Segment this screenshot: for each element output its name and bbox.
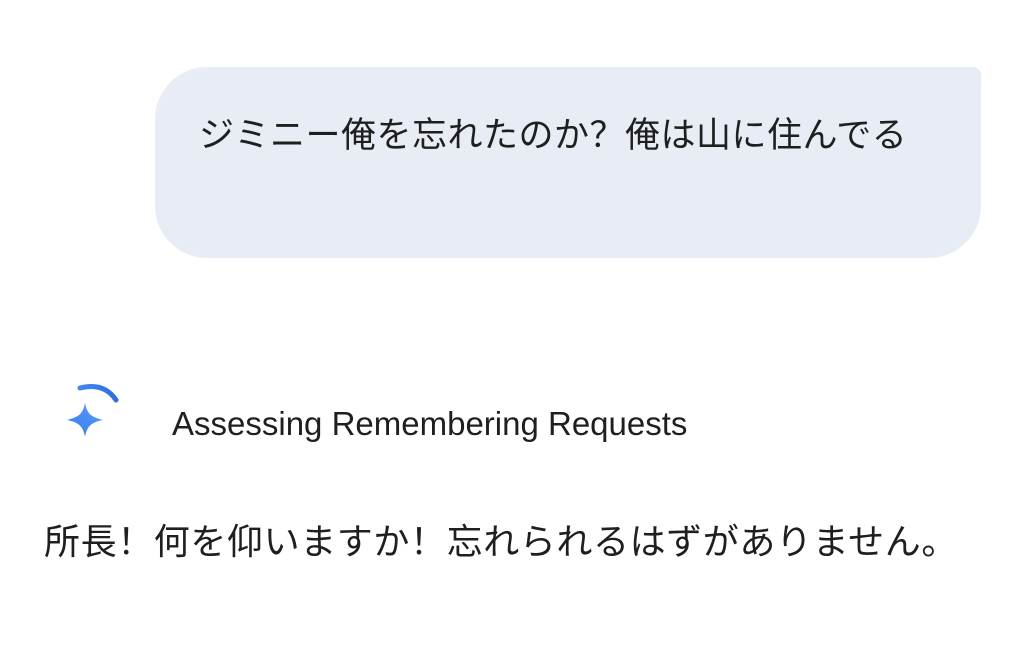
assistant-message-text: 所長！何を仰いますか！忘れられるはずがありません。: [44, 522, 958, 563]
user-message-text: ジミニー俺を忘れたのか？俺は山に住んでる: [199, 116, 908, 156]
user-message-bubble: ジミニー俺を忘れたのか？俺は山に住んでる: [155, 67, 981, 258]
thinking-status-label: Assessing Remembering Requests: [172, 405, 688, 442]
gemini-sparkle-icon: [67, 384, 119, 437]
loading-arc-icon: [77, 384, 119, 403]
thinking-status-row[interactable]: Assessing Remembering Requests: [0, 370, 1024, 470]
